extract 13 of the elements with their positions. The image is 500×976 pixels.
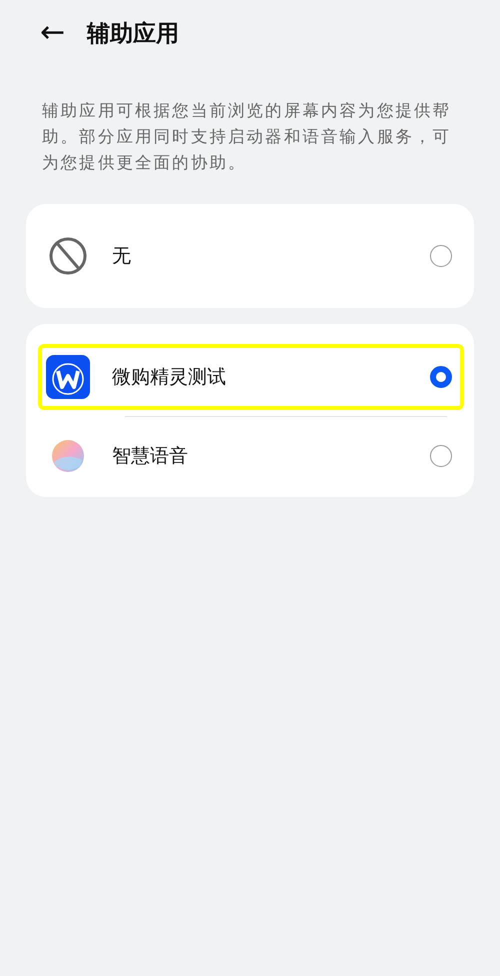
- option-label: 微购精灵测试: [112, 365, 227, 390]
- back-button[interactable]: ←: [40, 18, 66, 48]
- description-text: 辅助应用可根据您当前浏览的屏幕内容为您提供帮助。部分应用同时支持启动器和语音输入服务，可为您提供更全面的协助。: [42, 100, 452, 174]
- option-row[interactable]: 智慧语音: [38, 423, 464, 489]
- app-icon: [46, 355, 90, 399]
- radio-button[interactable]: [430, 445, 452, 467]
- page-title: 辅助应用: [87, 20, 180, 48]
- option-label: 无: [112, 244, 132, 269]
- option-row[interactable]: 无: [38, 208, 464, 304]
- highlighted-option-row[interactable]: 微购精灵测试: [38, 344, 464, 410]
- radio-button[interactable]: [430, 245, 452, 267]
- option-label: 智慧语音: [112, 444, 189, 469]
- radio-button[interactable]: [430, 366, 452, 388]
